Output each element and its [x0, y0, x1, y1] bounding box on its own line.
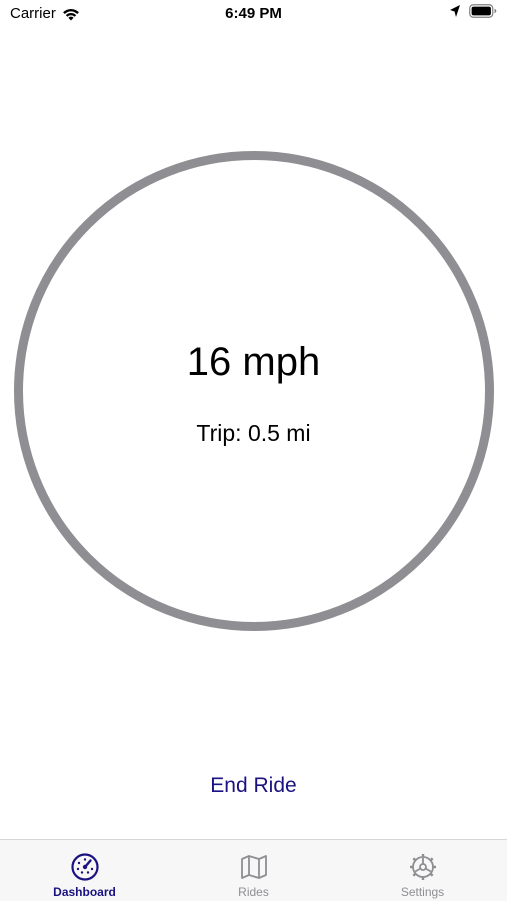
- status-right-icons: [449, 4, 497, 18]
- location-arrow-icon: [450, 5, 460, 17]
- status-time: 6:49 PM: [225, 5, 282, 22]
- speedometer-icon: [70, 853, 99, 881]
- speed-readout: 16 mph: [186, 340, 321, 384]
- speed-ring: [14, 151, 494, 631]
- tab-label-dashboard: Dashboard: [53, 885, 116, 899]
- tab-bar: Dashboard Rides Settings: [0, 839, 507, 901]
- tab-label-settings: Settings: [400, 885, 445, 899]
- battery-icon: [469, 4, 497, 18]
- status-bar: Carrier 6:49 PM: [0, 0, 507, 30]
- tab-label-rides: Rides: [238, 885, 269, 899]
- gear-icon: [409, 854, 436, 880]
- tab-settings[interactable]: Settings: [338, 840, 507, 901]
- map-icon: [240, 855, 267, 879]
- trip-distance: Trip: 0.5 mi: [196, 420, 311, 446]
- tab-dashboard[interactable]: Dashboard: [0, 840, 169, 901]
- end-ride-button[interactable]: End Ride: [0, 772, 507, 800]
- tab-rides[interactable]: Rides: [169, 840, 338, 901]
